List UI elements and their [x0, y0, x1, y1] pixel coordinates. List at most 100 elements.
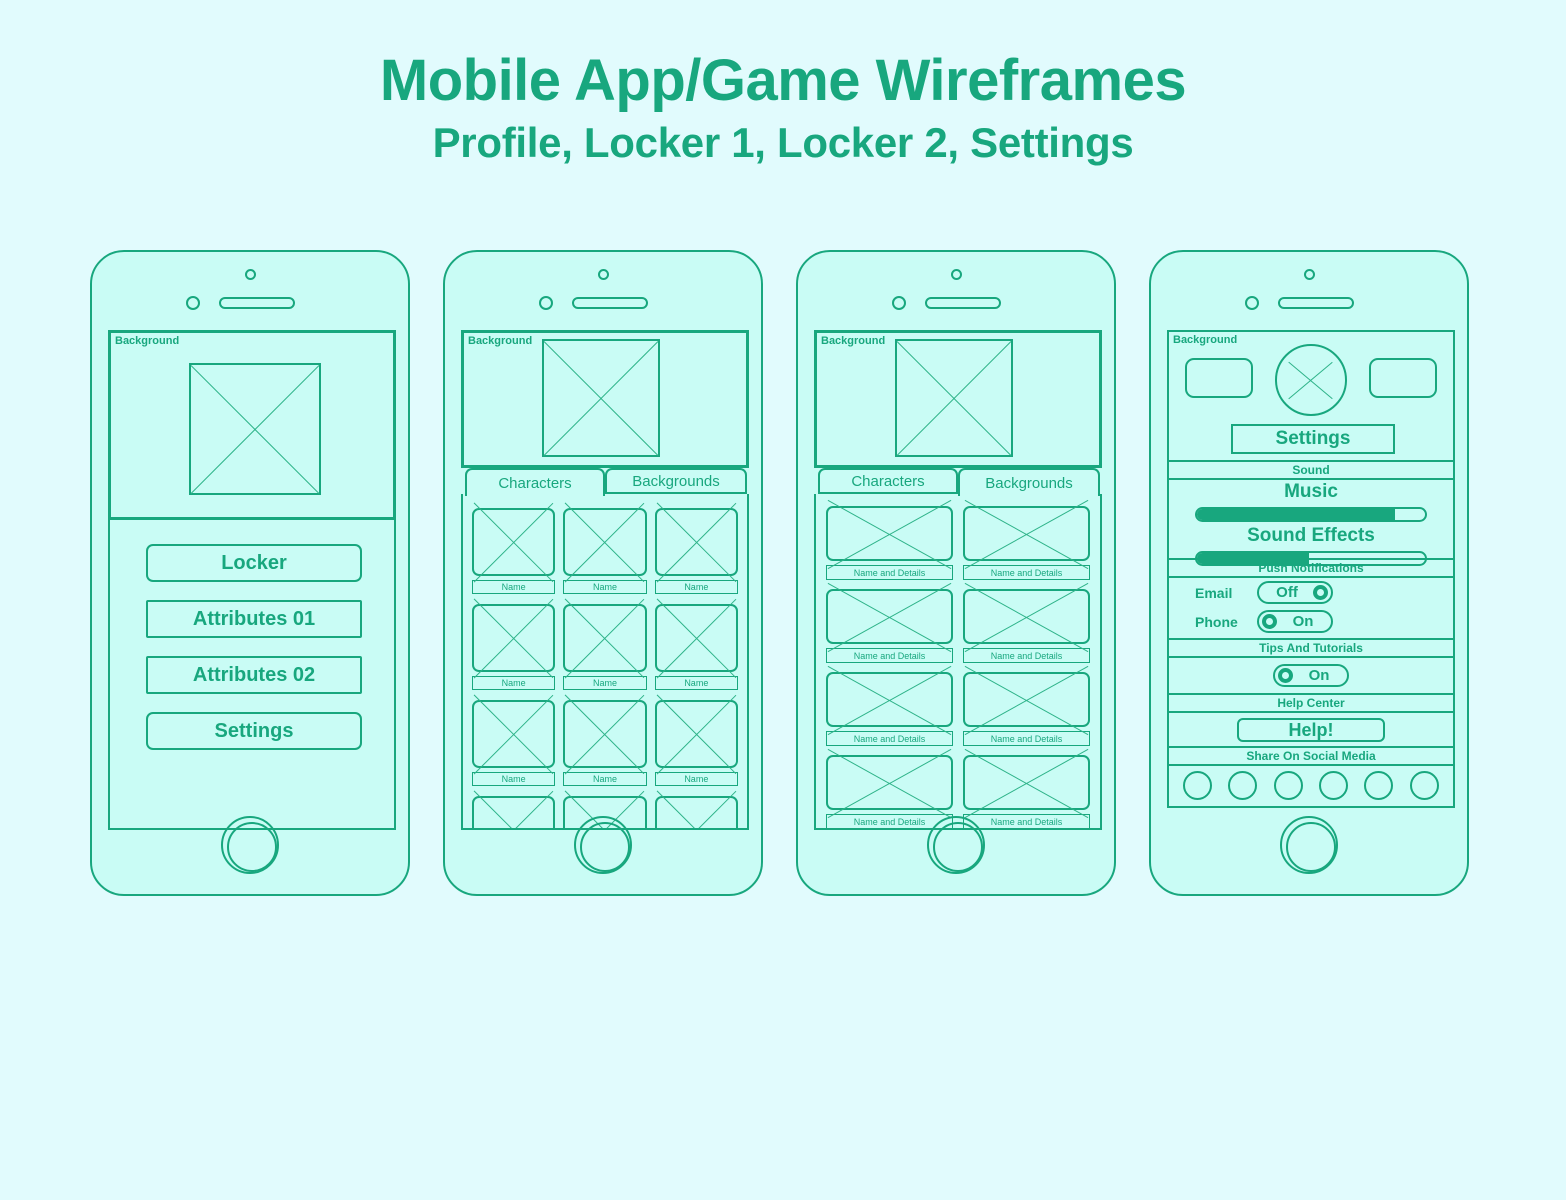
- item-thumbnail: [963, 589, 1090, 644]
- toggle-knob-icon: [1313, 585, 1328, 600]
- item-name-label: Name and Details: [826, 565, 953, 580]
- item-thumbnail: [472, 604, 556, 672]
- profile-button-locker[interactable]: Locker: [146, 544, 362, 582]
- locker1-preview-placeholder: [542, 339, 660, 457]
- sensor-icon: [539, 296, 553, 310]
- grid-item[interactable]: Name and Details: [963, 589, 1090, 663]
- screen-locker2: Background Characters Backgrounds Name a…: [814, 330, 1102, 830]
- toggle-knob-icon: [1278, 667, 1293, 683]
- home-button[interactable]: [1280, 816, 1338, 874]
- social-icon[interactable]: [1319, 770, 1349, 800]
- social-icon[interactable]: [1228, 770, 1258, 800]
- sensor-icon: [1245, 296, 1259, 310]
- screen-locker1: Background Characters Backgrounds Name N…: [461, 330, 749, 830]
- tips-toggle-wrap: On: [1169, 658, 1453, 692]
- grid-item[interactable]: Name: [654, 604, 738, 690]
- social-icon[interactable]: [1273, 770, 1303, 800]
- profile-button-attributes-01[interactable]: Attributes 01: [146, 600, 362, 638]
- speaker-grill-icon: [1278, 297, 1354, 309]
- row-label-phone: Phone: [1195, 613, 1238, 630]
- section-body-sound: Music Sound Effects: [1167, 480, 1455, 566]
- slider-label-music: Music: [1284, 481, 1338, 502]
- grid-item[interactable]: Name: [563, 508, 647, 594]
- grid-item[interactable]: Name: [654, 508, 738, 594]
- social-icon[interactable]: [1364, 770, 1394, 800]
- grid-item[interactable]: Name: [472, 700, 556, 786]
- locker2-item-grid[interactable]: Name and Details Name and Details Name a…: [814, 494, 1102, 830]
- item-thumbnail: [654, 700, 738, 768]
- phone-top-bezel: [92, 252, 408, 324]
- profile-button-attributes-02[interactable]: Attributes 02: [146, 656, 362, 694]
- locker1-item-grid[interactable]: Name Name Name Name Name Name Name Name …: [461, 494, 749, 830]
- toggle-knob-icon: [1262, 614, 1277, 629]
- grid-item[interactable]: Name: [654, 796, 738, 828]
- grid-item[interactable]: Name and Details: [963, 506, 1090, 580]
- section-header-sound: Sound: [1167, 462, 1455, 480]
- tab-characters[interactable]: Characters: [465, 468, 605, 496]
- grid-item[interactable]: Name: [472, 508, 556, 594]
- phone-top-bezel: [1151, 252, 1467, 324]
- grid-item[interactable]: Name and Details: [826, 589, 953, 663]
- section-body-tips-and-tutorials: On: [1167, 658, 1455, 695]
- phone-frame-settings: Background Settings Sound Music Sound Ef…: [1149, 250, 1469, 896]
- home-button[interactable]: [927, 816, 985, 874]
- item-name-label: Name: [563, 580, 647, 594]
- screen-profile: Background Locker Attributes 01 Attribut…: [108, 330, 396, 830]
- speaker-grill-icon: [572, 297, 648, 309]
- item-name-label: Name: [472, 580, 556, 594]
- tab-characters[interactable]: Characters: [818, 468, 958, 494]
- grid-item[interactable]: Name: [654, 700, 738, 786]
- grid-item[interactable]: Name and Details: [826, 506, 953, 580]
- social-icon[interactable]: [1183, 770, 1213, 800]
- item-name-label: Name: [654, 580, 738, 594]
- locker2-tabbar: Characters Backgrounds: [814, 468, 1102, 496]
- tab-backgrounds[interactable]: Backgrounds: [605, 468, 747, 494]
- phone-frame-profile: Background Locker Attributes 01 Attribut…: [90, 250, 410, 896]
- toggle-tips-and-tutorials[interactable]: On: [1273, 663, 1349, 687]
- phone-frame-locker1: Background Characters Backgrounds Name N…: [443, 250, 763, 896]
- section-body-share-on-social-media: [1167, 766, 1455, 808]
- slider-fill: [1197, 508, 1396, 520]
- grid-item[interactable]: Name: [563, 604, 647, 690]
- locker1-tabbar: Characters Backgrounds: [461, 468, 749, 496]
- item-thumbnail: [963, 506, 1090, 561]
- home-button[interactable]: [574, 816, 632, 874]
- settings-title: Settings: [1231, 424, 1395, 454]
- speaker-grill-icon: [219, 297, 295, 309]
- toggle-email[interactable]: Off: [1257, 581, 1333, 604]
- profile-button-settings[interactable]: Settings: [146, 712, 362, 750]
- phone-top-bezel: [445, 252, 761, 324]
- grid-item[interactable]: Name and Details: [963, 672, 1090, 746]
- item-name-label: Name and Details: [826, 648, 953, 663]
- grid-item[interactable]: Name: [472, 796, 556, 828]
- item-thumbnail: [563, 700, 647, 768]
- grid-item[interactable]: Name: [472, 604, 556, 690]
- background-label: Background: [468, 335, 533, 347]
- item-name-label: Name: [654, 676, 738, 690]
- help-button[interactable]: Help!: [1237, 718, 1385, 742]
- row-label-email: Email: [1195, 584, 1233, 601]
- social-icon-row: [1169, 766, 1453, 804]
- item-name-label: Name: [472, 772, 556, 786]
- header-chip-left[interactable]: [1185, 358, 1253, 398]
- locker2-background-panel: Background: [814, 330, 1102, 468]
- grid-item[interactable]: Name and Details: [963, 755, 1090, 828]
- toggle-phone[interactable]: On: [1257, 610, 1333, 633]
- grid-item[interactable]: Name and Details: [826, 755, 953, 828]
- item-name-label: Name: [472, 676, 556, 690]
- item-name-label: Name: [654, 772, 738, 786]
- item-name-label: Name: [563, 772, 647, 786]
- tab-backgrounds[interactable]: Backgrounds: [958, 468, 1100, 496]
- grid-item[interactable]: Name and Details: [826, 672, 953, 746]
- grid-item[interactable]: Name: [563, 700, 647, 786]
- header-chip-right[interactable]: [1369, 358, 1437, 398]
- section-body-help-center: Help!: [1167, 713, 1455, 748]
- row-email: Email Off: [1169, 578, 1453, 607]
- slider-music[interactable]: [1195, 506, 1427, 522]
- item-thumbnail: [826, 672, 953, 727]
- avatar-placeholder: [1275, 344, 1347, 416]
- sensor-icon: [892, 296, 906, 310]
- camera-icon: [951, 269, 962, 280]
- home-button[interactable]: [221, 816, 279, 874]
- social-icon[interactable]: [1409, 770, 1439, 800]
